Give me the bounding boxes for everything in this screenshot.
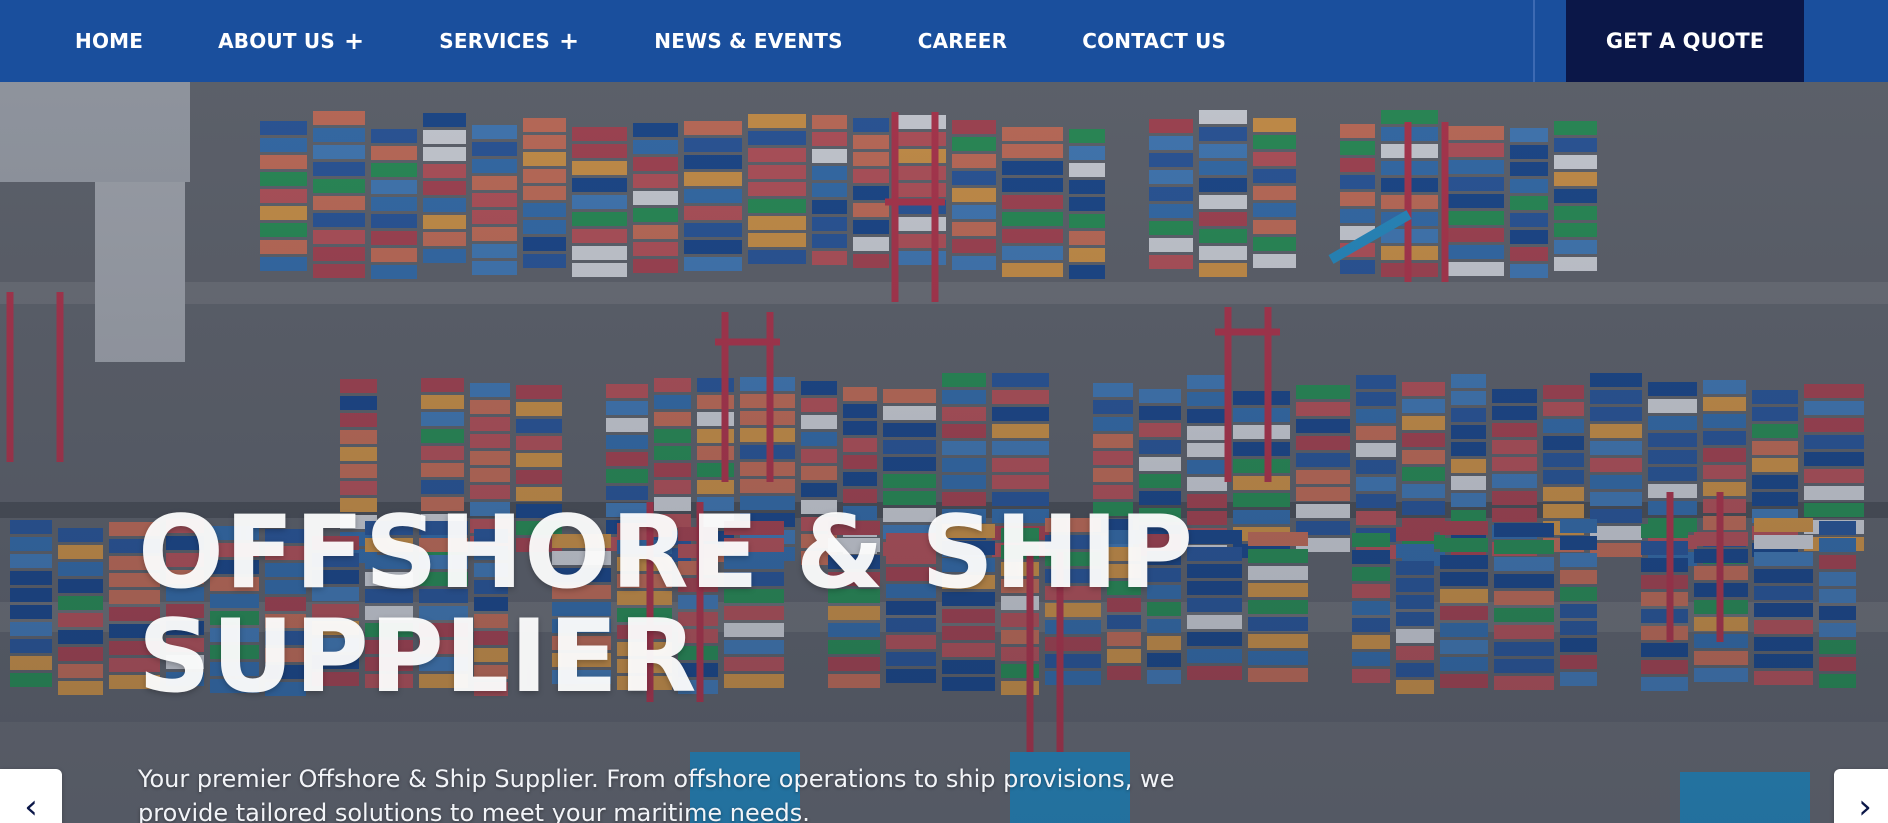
hero-slider: OFFSHORE & SHIP SUPPLIER Your premier Of… — [0, 82, 1888, 823]
nav-item-news-events[interactable]: NEWS & EVENTS — [654, 29, 842, 53]
nav-item-label: ABOUT US — [218, 29, 335, 53]
nav-item-label: HOME — [75, 29, 144, 53]
nav-item-label: CAREER — [917, 29, 1008, 53]
hero-subtitle-line: Your premier Offshore & Ship Supplier. F… — [138, 765, 1175, 793]
nav-item-about-us[interactable]: ABOUT US + — [218, 29, 364, 53]
plus-icon[interactable]: + — [559, 29, 579, 53]
nav-item-label: NEWS & EVENTS — [654, 29, 843, 53]
slider-prev-button[interactable]: ‹ — [0, 769, 62, 823]
hero-title: OFFSHORE & SHIP SUPPLIER — [138, 500, 1238, 708]
nav-item-label: SERVICES — [439, 29, 550, 53]
nav-menu: HOME ABOUT US + SERVICES + NEWS & EVENTS… — [0, 0, 1301, 82]
main-navbar: HOME ABOUT US + SERVICES + NEWS & EVENTS… — [0, 0, 1888, 82]
hero-title-line: OFFSHORE & SHIP — [138, 493, 1195, 611]
nav-item-label: CONTACT US — [1082, 29, 1227, 53]
nav-item-contact-us[interactable]: CONTACT US — [1082, 29, 1226, 53]
hero-subtitle-line: provide tailored solutions to meet your … — [138, 799, 810, 823]
chevron-left-icon: ‹ — [24, 787, 38, 823]
nav-item-career[interactable]: CAREER — [918, 29, 1007, 53]
nav-item-home[interactable]: HOME — [75, 29, 143, 53]
chevron-right-icon: › — [1858, 787, 1872, 823]
hero-title-line: SUPPLIER — [138, 597, 698, 715]
nav-item-services[interactable]: SERVICES + — [439, 29, 579, 53]
plus-icon[interactable]: + — [344, 29, 364, 53]
hero-subtitle: Your premier Offshore & Ship Supplier. F… — [138, 762, 1218, 823]
nav-divider — [1533, 0, 1535, 82]
slider-next-button[interactable]: › — [1834, 769, 1888, 823]
get-a-quote-button[interactable]: GET A QUOTE — [1566, 0, 1804, 82]
